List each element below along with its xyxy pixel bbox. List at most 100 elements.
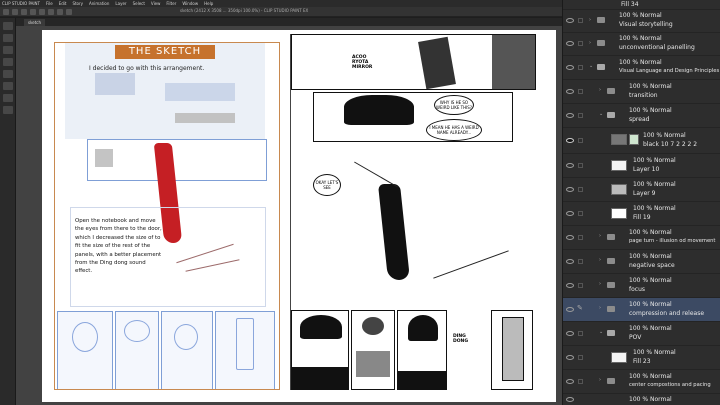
layer-row[interactable]: › 100 % Normal transition bbox=[563, 80, 720, 104]
chevron-down-icon[interactable]: ⌄ bbox=[599, 330, 604, 335]
chevron-right-icon[interactable]: › bbox=[589, 18, 594, 23]
layer-mode: 100 % Normal bbox=[633, 349, 676, 356]
layer-row-selected[interactable]: ✎ › 100 % Normal compression and release bbox=[563, 298, 720, 322]
menu-view[interactable]: View bbox=[151, 0, 161, 7]
lock-icon[interactable] bbox=[578, 163, 583, 168]
pen-tool-icon[interactable] bbox=[3, 58, 13, 66]
zoom-tool-icon[interactable] bbox=[3, 22, 13, 30]
eye-icon[interactable] bbox=[566, 18, 574, 23]
eye-icon[interactable] bbox=[566, 235, 574, 240]
folder-open-icon bbox=[597, 64, 605, 70]
chevron-right-icon[interactable]: › bbox=[589, 41, 594, 46]
layer-row[interactable]: 100 % Normal Fill 23 bbox=[563, 346, 720, 370]
layer-name: unconventional panelling bbox=[619, 44, 695, 51]
menu-animation[interactable]: Animation bbox=[89, 0, 109, 7]
box-ink bbox=[356, 351, 390, 377]
open-icon[interactable] bbox=[12, 8, 18, 15]
eye-icon[interactable] bbox=[566, 379, 574, 384]
save-icon[interactable] bbox=[21, 8, 27, 15]
lock-icon[interactable] bbox=[578, 41, 583, 46]
menu-edit[interactable]: Edit bbox=[59, 0, 67, 7]
sketch-face bbox=[174, 324, 198, 350]
layer-row[interactable]: Fill 34 bbox=[563, 0, 720, 10]
layer-row[interactable]: › 100 % Normal unconventional panelling bbox=[563, 33, 720, 56]
eye-icon[interactable] bbox=[566, 89, 574, 94]
layer-row[interactable]: 100 % Normal Fill 19 bbox=[563, 202, 720, 226]
chevron-right-icon[interactable]: › bbox=[599, 282, 604, 287]
lock-icon[interactable] bbox=[578, 138, 583, 143]
clear-icon[interactable] bbox=[48, 8, 54, 15]
lock-icon[interactable] bbox=[578, 355, 583, 360]
eye-icon[interactable] bbox=[566, 138, 574, 143]
layer-row[interactable]: › 100 % Normal negative space bbox=[563, 250, 720, 274]
eye-icon[interactable] bbox=[566, 307, 574, 312]
chevron-down-icon[interactable]: ⌄ bbox=[599, 112, 604, 117]
layer-row[interactable]: ⌄ 100 % Normal POV bbox=[563, 322, 720, 346]
eraser-tool-icon[interactable] bbox=[3, 82, 13, 90]
fill-tool-icon[interactable] bbox=[3, 94, 13, 102]
eye-icon[interactable] bbox=[566, 211, 574, 216]
sketch-door bbox=[236, 318, 254, 370]
layer-row[interactable]: ⌄ 100 % Normal spread bbox=[563, 104, 720, 128]
lock-icon[interactable] bbox=[578, 65, 583, 70]
layer-row[interactable]: 100 % Normal Layer 10 bbox=[563, 154, 720, 178]
layer-row[interactable]: 100 % Normal Layer 9 bbox=[563, 178, 720, 202]
transform-icon[interactable] bbox=[57, 8, 63, 15]
notebook-ink bbox=[418, 36, 456, 89]
new-icon[interactable] bbox=[3, 8, 9, 15]
chevron-right-icon[interactable]: › bbox=[599, 306, 604, 311]
layer-row[interactable]: 100 % Normal black 10 7 2 2 2 2 bbox=[563, 128, 720, 154]
lock-icon[interactable] bbox=[578, 259, 583, 264]
lock-icon[interactable] bbox=[578, 331, 583, 336]
menu-filter[interactable]: Filter bbox=[166, 0, 176, 7]
menu-help[interactable]: Help bbox=[204, 0, 213, 7]
menu-file[interactable]: File bbox=[46, 0, 53, 7]
eye-icon[interactable] bbox=[566, 283, 574, 288]
menu-layer[interactable]: Layer bbox=[115, 0, 126, 7]
layer-mode: 100 % Normal bbox=[633, 181, 676, 188]
chevron-right-icon[interactable]: › bbox=[599, 258, 604, 263]
canvas-area[interactable]: THE SKETCH I decided to go with this arr… bbox=[16, 26, 562, 405]
chevron-right-icon[interactable]: › bbox=[599, 88, 604, 93]
layer-row[interactable]: › 100 % Normal focus bbox=[563, 274, 720, 298]
narration-text: Open the notebook and move the eyes from… bbox=[75, 218, 162, 275]
layer-row[interactable]: › 100 % Normal Visual storytelling bbox=[563, 10, 720, 33]
redo-icon[interactable] bbox=[39, 8, 45, 15]
tool-palette bbox=[0, 18, 16, 405]
lock-icon[interactable] bbox=[578, 187, 583, 192]
eye-icon[interactable] bbox=[566, 187, 574, 192]
undo-icon[interactable] bbox=[30, 8, 36, 15]
brush-tool-icon[interactable] bbox=[3, 70, 13, 78]
lock-icon[interactable] bbox=[578, 113, 583, 118]
select-tool-icon[interactable] bbox=[3, 46, 13, 54]
eye-icon[interactable] bbox=[566, 259, 574, 264]
lock-icon[interactable] bbox=[578, 89, 583, 94]
chevron-down-icon[interactable]: ⌄ bbox=[589, 64, 594, 69]
layer-row[interactable]: › 100 % Normal center compostions and pa… bbox=[563, 370, 720, 394]
move-tool-icon[interactable] bbox=[3, 34, 13, 42]
eye-icon[interactable] bbox=[566, 355, 574, 360]
lock-icon[interactable] bbox=[578, 211, 583, 216]
eye-icon[interactable] bbox=[566, 65, 574, 70]
layer-row[interactable]: 100 % Normal bbox=[563, 394, 720, 405]
chevron-right-icon[interactable]: › bbox=[599, 378, 604, 383]
eye-icon[interactable] bbox=[566, 331, 574, 336]
eye-icon[interactable] bbox=[566, 113, 574, 118]
lock-icon[interactable] bbox=[578, 18, 583, 23]
text-tool-icon[interactable] bbox=[3, 106, 13, 114]
lock-icon[interactable] bbox=[578, 283, 583, 288]
chevron-right-icon[interactable]: › bbox=[599, 234, 604, 239]
lock-icon[interactable] bbox=[578, 235, 583, 240]
eye-icon[interactable] bbox=[566, 41, 574, 46]
menu-select[interactable]: Select bbox=[133, 0, 145, 7]
layer-row[interactable]: › 100 % Normal page turn - illusion od m… bbox=[563, 226, 720, 250]
eye-icon[interactable] bbox=[566, 163, 574, 168]
tab-sketch[interactable]: sketch bbox=[24, 19, 46, 26]
eye-icon[interactable] bbox=[566, 397, 574, 402]
deselect-icon[interactable] bbox=[66, 8, 72, 15]
layer-row[interactable]: ⌄ 100 % Normal Visual Language and Desig… bbox=[563, 56, 720, 80]
lock-icon[interactable] bbox=[578, 379, 583, 384]
layer-name: spread bbox=[629, 116, 650, 123]
menu-story[interactable]: Story bbox=[72, 0, 83, 7]
menu-window[interactable]: Window bbox=[182, 0, 198, 7]
